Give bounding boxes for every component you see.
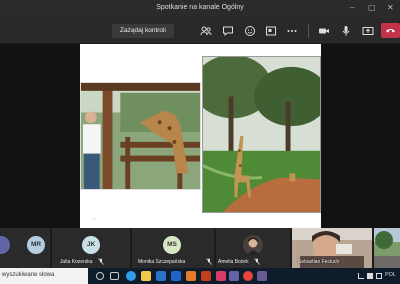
participant-name: Amelia Bożek (218, 259, 249, 265)
windows-taskbar: wyszukiwane słowa POL (0, 268, 400, 284)
slide-footer-mark: ▪ ▪ (92, 216, 96, 221)
reactions-icon[interactable] (244, 25, 256, 37)
meeting-toolbar: Zażądaj kontroli (0, 18, 400, 44)
teams-icon[interactable] (229, 271, 239, 281)
app-icon[interactable] (257, 271, 267, 281)
language-indicator[interactable]: POL (385, 272, 396, 278)
search-placeholder: wyszukiwane słowa (2, 272, 55, 278)
mic-off-icon (206, 258, 212, 265)
avatar: JK (82, 236, 100, 254)
minimize-button[interactable]: – (350, 3, 354, 13)
rooms-icon[interactable] (265, 25, 277, 37)
chevron-up-icon[interactable] (358, 273, 364, 279)
participants-strip: MR JK Julia Kozerska MS Monika Szczepańs… (0, 228, 400, 268)
avatar-photo (243, 235, 263, 255)
mail-icon[interactable] (171, 271, 181, 281)
mic-off-icon (98, 258, 104, 265)
file-explorer-icon[interactable] (141, 271, 151, 281)
maximize-button[interactable]: ▢ (368, 3, 376, 13)
giraffe-field-photo (202, 56, 321, 213)
chat-icon[interactable] (222, 25, 234, 37)
shared-content-stage: ▪ ▪ (0, 44, 400, 228)
firefox-icon[interactable] (186, 271, 196, 281)
camera-icon[interactable] (318, 25, 330, 37)
edge-icon[interactable] (126, 271, 136, 281)
task-view-icon[interactable] (110, 272, 119, 280)
participant-name: Sebastian Feciuch (298, 259, 340, 265)
mic-off-icon (254, 258, 260, 265)
close-window-button[interactable]: ✕ (387, 3, 394, 13)
leave-icon (386, 29, 395, 33)
powerpoint-icon[interactable] (201, 271, 211, 281)
chrome-icon[interactable] (243, 271, 253, 281)
avatar: MS (163, 236, 181, 254)
store-icon[interactable] (156, 271, 166, 281)
mic-icon[interactable] (340, 25, 352, 37)
media-app-icon[interactable] (216, 271, 226, 281)
avatar (0, 236, 10, 254)
participant-name: Julia Kozerska (60, 259, 93, 265)
participants-icon[interactable] (200, 25, 212, 37)
participant-tile-3[interactable]: JK Julia Kozerska (52, 228, 130, 268)
participant-tile-6[interactable]: Sebastian Feciuch (292, 228, 372, 268)
volume-icon[interactable] (376, 273, 382, 279)
share-icon[interactable] (362, 25, 374, 37)
request-control-button[interactable]: Zażądaj kontroli (112, 24, 174, 38)
shared-slide: ▪ ▪ (80, 44, 321, 228)
participant-tile-1[interactable] (0, 228, 22, 268)
avatar: MR (27, 236, 45, 254)
title-bar: Spotkanie na kanale Ogólny – ▢ ✕ (0, 0, 400, 18)
self-view-tile[interactable] (374, 228, 400, 268)
toolbar-divider (308, 24, 309, 38)
participant-tile-2[interactable]: MR (22, 228, 50, 268)
participant-tile-5[interactable]: Amelia Bożek (216, 228, 290, 268)
taskbar-search-box[interactable]: wyszukiwane słowa (0, 268, 88, 284)
giraffe-feeding-photo (80, 82, 201, 190)
participant-name: Monika Szczepańska (138, 259, 186, 265)
participant-tile-4[interactable]: MS Monika Szczepańska (132, 228, 214, 268)
cortana-icon[interactable] (96, 272, 104, 280)
more-icon[interactable] (286, 25, 298, 37)
leave-button[interactable] (381, 23, 400, 38)
window-title: Spotkanie na kanale Ogólny (156, 4, 244, 11)
network-icon[interactable] (367, 273, 373, 279)
self-video (374, 228, 400, 268)
